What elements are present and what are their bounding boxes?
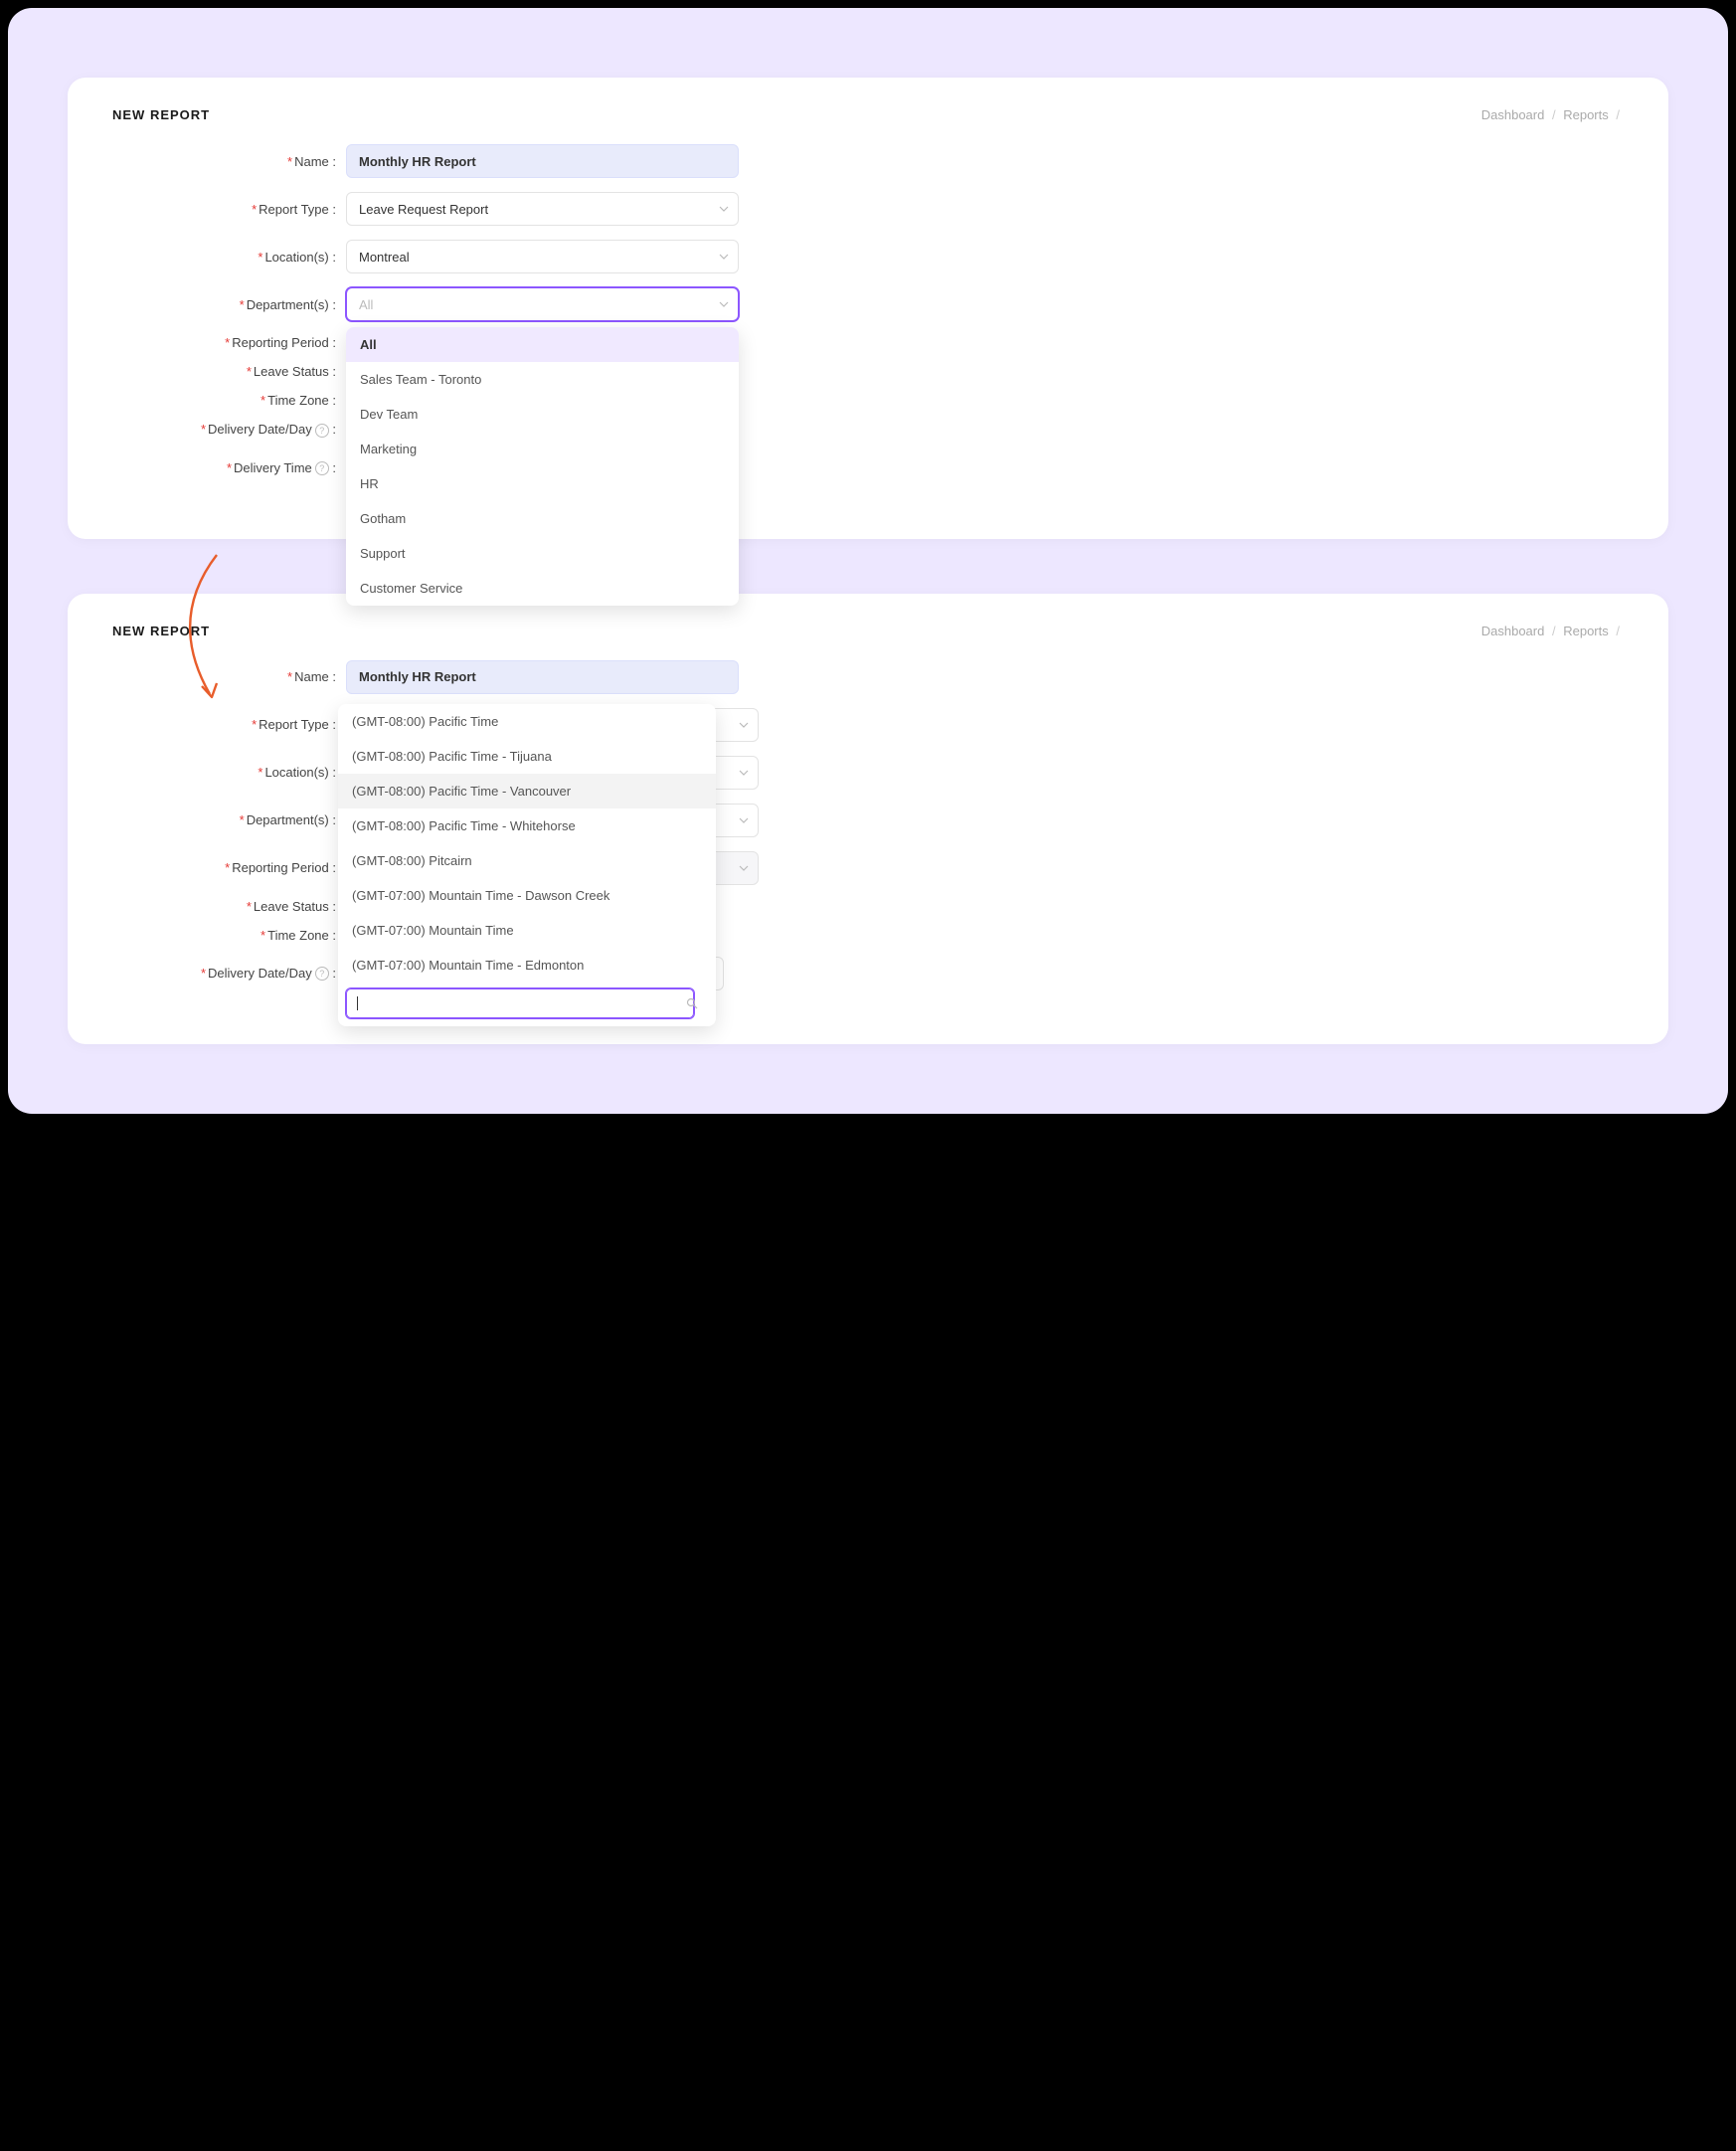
dropdown-option[interactable]: HR: [346, 466, 739, 501]
departments-select[interactable]: All: [346, 287, 739, 321]
chevron-down-icon: [739, 815, 749, 825]
new-report-card-2: NEW REPORT Dashboard / Reports / *Name :…: [68, 594, 1668, 1044]
new-report-card-1: NEW REPORT Dashboard / Reports / *Name :…: [68, 78, 1668, 539]
dropdown-option[interactable]: Dev Team: [346, 397, 739, 432]
breadcrumb-dashboard[interactable]: Dashboard: [1481, 624, 1545, 638]
dropdown-option[interactable]: Gotham: [346, 501, 739, 536]
page-title: NEW REPORT: [112, 107, 210, 122]
timezone-search-input[interactable]: [346, 988, 694, 1018]
dropdown-option[interactable]: (GMT-08:00) Pacific Time - Tijuana: [338, 739, 716, 774]
breadcrumb-reports[interactable]: Reports: [1563, 107, 1609, 122]
dropdown-option[interactable]: All: [346, 327, 739, 362]
dropdown-option[interactable]: (GMT-07:00) Mountain Time: [338, 913, 716, 948]
dropdown-option[interactable]: (GMT-07:00) Mountain Time - Edmonton: [338, 948, 716, 983]
breadcrumb: Dashboard / Reports /: [1481, 107, 1624, 122]
chevron-down-icon: [739, 863, 749, 873]
dropdown-option[interactable]: (GMT-08:00) Pacific Time - Whitehorse: [338, 808, 716, 843]
departments-dropdown: All Sales Team - Toronto Dev Team Market…: [346, 327, 739, 606]
name-input[interactable]: Monthly HR Report: [346, 660, 739, 694]
breadcrumb-dashboard[interactable]: Dashboard: [1481, 107, 1545, 122]
help-icon[interactable]: ?: [315, 967, 329, 981]
dropdown-option[interactable]: Marketing: [346, 432, 739, 466]
dropdown-option[interactable]: (GMT-08:00) Pitcairn: [338, 843, 716, 878]
chevron-down-icon: [719, 299, 729, 309]
dropdown-option[interactable]: (GMT-08:00) Pacific Time - Vancouver: [338, 774, 716, 808]
chevron-down-icon: [739, 768, 749, 778]
dropdown-option[interactable]: Customer Service: [346, 571, 739, 606]
dropdown-option[interactable]: (GMT-08:00) Pacific Time: [338, 704, 716, 739]
chevron-down-icon: [719, 204, 729, 214]
dropdown-option[interactable]: Support: [346, 536, 739, 571]
report-type-select[interactable]: Leave Request Report: [346, 192, 739, 226]
breadcrumb: Dashboard / Reports /: [1481, 624, 1624, 638]
dropdown-option[interactable]: (GMT-07:00) Mountain Time - Dawson Creek: [338, 878, 716, 913]
timezone-dropdown: (GMT-08:00) Pacific Time (GMT-08:00) Pac…: [338, 704, 716, 1026]
locations-select[interactable]: Montreal: [346, 240, 739, 273]
chevron-down-icon: [739, 720, 749, 730]
chevron-down-icon: [719, 252, 729, 262]
breadcrumb-reports[interactable]: Reports: [1563, 624, 1609, 638]
name-input[interactable]: Monthly HR Report: [346, 144, 739, 178]
search-icon: [686, 997, 698, 1009]
help-icon[interactable]: ?: [315, 461, 329, 475]
help-icon[interactable]: ?: [315, 424, 329, 438]
flow-arrow-icon: [162, 550, 242, 709]
dropdown-option[interactable]: Sales Team - Toronto: [346, 362, 739, 397]
